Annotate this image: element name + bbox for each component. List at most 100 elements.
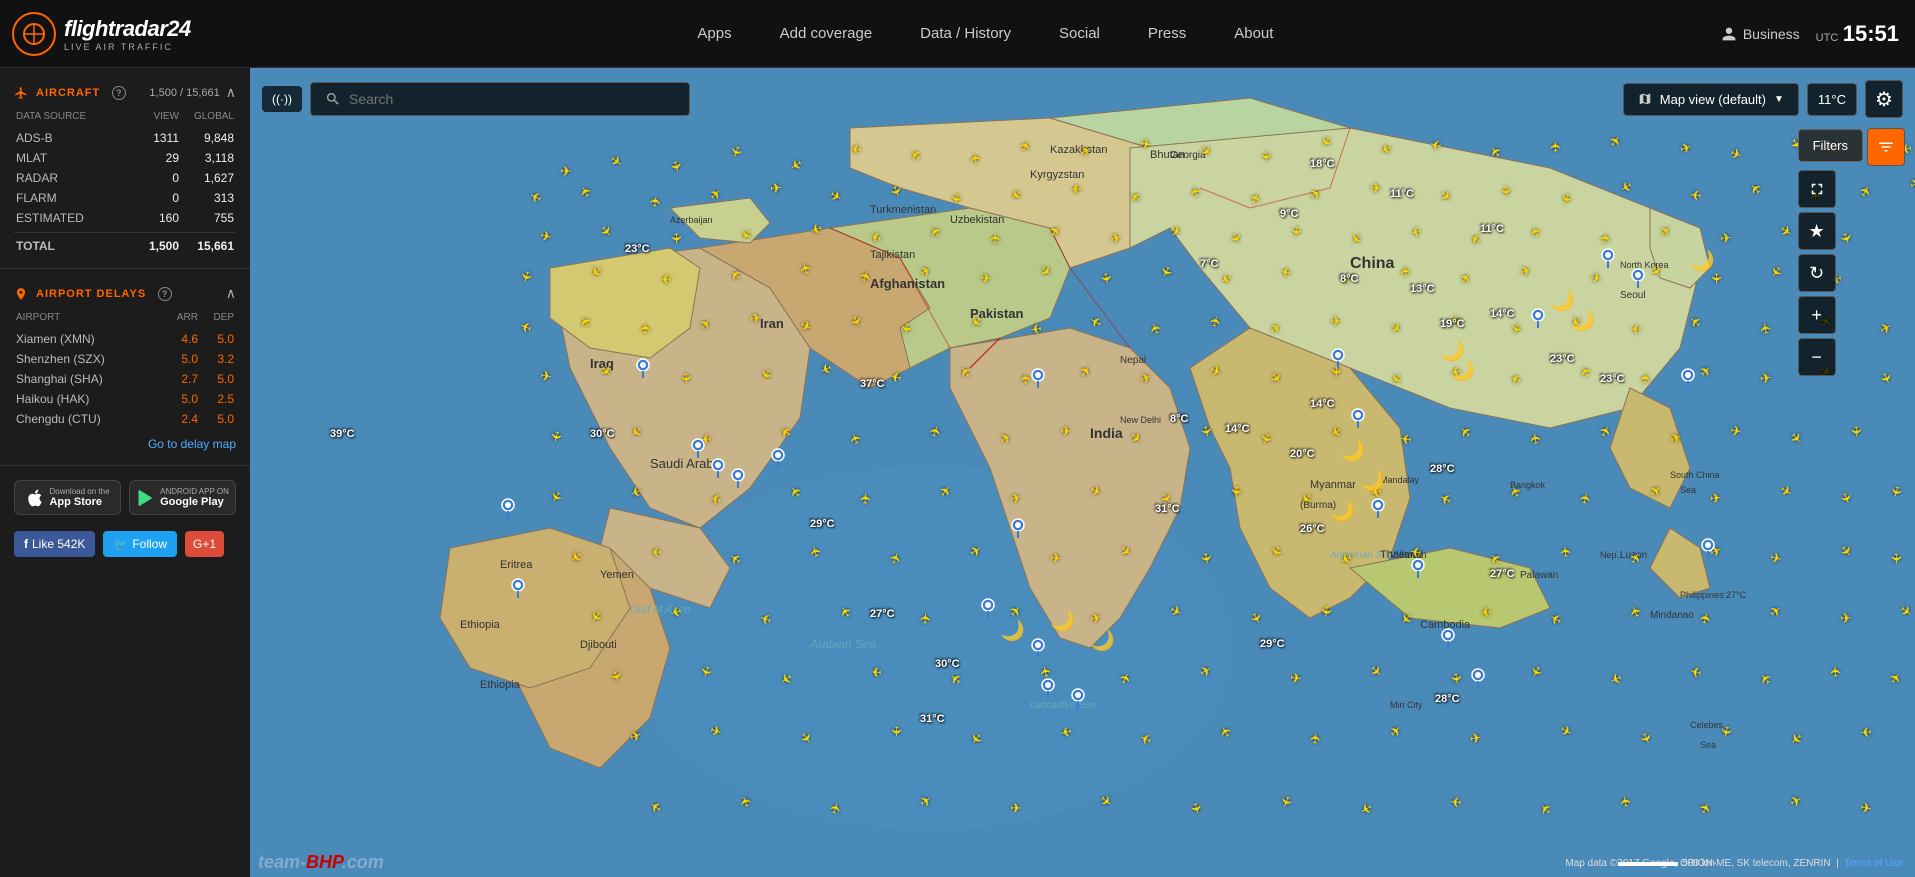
google-play-button[interactable]: ANDROID APP ON Google Play bbox=[129, 480, 236, 515]
airport-delays-section: AIRPORT DELAYS ? ∧ AIRPORT ARR DEP Xiame… bbox=[0, 269, 250, 466]
delay-map-link[interactable]: Go to delay map bbox=[0, 429, 250, 453]
terms-of-use-link[interactable]: Terms of Use bbox=[1844, 858, 1903, 869]
facebook-button[interactable]: f Like 542K bbox=[14, 531, 95, 557]
utc-clock: UTC 15:51 bbox=[1816, 21, 1899, 47]
filters-button[interactable]: Filters bbox=[1798, 129, 1863, 162]
nav-data-history[interactable]: Data / History bbox=[898, 17, 1033, 50]
airport-table: AIRPORT ARR DEP Xiamen (XMN) 4.6 5.0 She… bbox=[0, 312, 250, 429]
svg-text:Pakistan: Pakistan bbox=[970, 306, 1024, 321]
svg-text:Iraq: Iraq bbox=[590, 356, 614, 371]
map-scale: 500 km bbox=[1618, 858, 1715, 869]
map-right-controls: Filters ★ ↻ + − bbox=[1798, 128, 1905, 376]
svg-text:Miri City: Miri City bbox=[1390, 700, 1423, 710]
map-top-bar: ((·)) Map view (default) ▼ 11°C ⚙ bbox=[250, 80, 1915, 118]
fb-label: Like 542K bbox=[32, 537, 85, 551]
logo-icon bbox=[12, 12, 56, 56]
filter-funnel-button[interactable] bbox=[1867, 128, 1905, 166]
tw-label: Follow bbox=[132, 537, 167, 551]
svg-text:South China: South China bbox=[1670, 470, 1720, 480]
google-play-text: ANDROID APP ON Google Play bbox=[160, 487, 229, 508]
temperature-badge: 11°C bbox=[1807, 83, 1857, 116]
svg-text:Bangkok: Bangkok bbox=[1510, 480, 1546, 490]
svg-text:New Delhi: New Delhi bbox=[1120, 415, 1161, 425]
map-view-button[interactable]: Map view (default) ▼ bbox=[1623, 83, 1799, 116]
table-row: ADS-B 1311 9,848 bbox=[14, 128, 236, 148]
social-buttons: f Like 542K 🐦 Follow G+1 bbox=[0, 523, 250, 565]
svg-text:Sea: Sea bbox=[1680, 485, 1696, 495]
svg-text:Gulf of Aden: Gulf of Aden bbox=[630, 604, 691, 616]
aircraft-section-header[interactable]: AIRCRAFT ? 1,500 / 15,661 ∧ bbox=[0, 80, 250, 111]
twitter-icon: 🐦 bbox=[113, 537, 128, 551]
navbar: flightradar24 LIVE AIR TRAFFIC Apps Add … bbox=[0, 0, 1915, 68]
svg-text:Vietnam: Vietnam bbox=[1390, 550, 1427, 561]
svg-text:Kazakhstan: Kazakhstan bbox=[1050, 144, 1107, 156]
search-input[interactable] bbox=[349, 91, 675, 107]
search-bar[interactable] bbox=[310, 82, 690, 116]
svg-text:Myanmar: Myanmar bbox=[1310, 479, 1356, 491]
nav-about[interactable]: About bbox=[1212, 17, 1295, 50]
svg-text:Sea: Sea bbox=[1700, 740, 1716, 750]
nav-press[interactable]: Press bbox=[1126, 17, 1208, 50]
zoom-in-button[interactable]: + bbox=[1798, 296, 1836, 334]
refresh-button[interactable]: ↻ bbox=[1798, 254, 1836, 292]
list-item: Haikou (HAK) 5.0 2.5 bbox=[14, 389, 236, 409]
svg-text:Celebes: Celebes bbox=[1690, 720, 1724, 730]
delays-help-icon[interactable]: ? bbox=[158, 287, 172, 301]
svg-text:Ethiopia: Ethiopia bbox=[480, 679, 521, 691]
nav-social[interactable]: Social bbox=[1037, 17, 1122, 50]
aircraft-count: 1,500 / 15,661 bbox=[149, 87, 219, 99]
table-row: FLARM 0 313 bbox=[14, 188, 236, 208]
search-icon bbox=[325, 91, 341, 107]
map-svg: Gulf of Aden Arabian Sea Andaman Sea Lac… bbox=[250, 68, 1915, 877]
svg-text:Nepal: Nepal bbox=[1120, 355, 1146, 366]
svg-text:Djibouti: Djibouti bbox=[580, 639, 617, 651]
business-button[interactable]: Business bbox=[1721, 26, 1800, 42]
aircraft-help-icon[interactable]: ? bbox=[112, 86, 126, 100]
zoom-out-button[interactable]: − bbox=[1798, 338, 1836, 376]
logo-tagline: LIVE AIR TRAFFIC bbox=[64, 42, 191, 52]
svg-text:Uzbekistan: Uzbekistan bbox=[950, 214, 1004, 226]
fullscreen-button[interactable] bbox=[1798, 170, 1836, 208]
app-download-buttons: Download on the App Store ANDROID APP ON… bbox=[0, 466, 250, 523]
fb-icon: f bbox=[24, 537, 28, 551]
utc-label: UTC bbox=[1816, 32, 1839, 44]
svg-text:Arabian Sea: Arabian Sea bbox=[809, 637, 876, 651]
list-item: Chengdu (CTU) 2.4 5.0 bbox=[14, 409, 236, 429]
delays-collapse-icon[interactable]: ∧ bbox=[226, 285, 236, 302]
app-store-button[interactable]: Download on the App Store bbox=[14, 480, 121, 515]
svg-text:Mindanao: Mindanao bbox=[1650, 610, 1694, 621]
svg-text:Afghanistan: Afghanistan bbox=[870, 276, 945, 291]
aircraft-table-header: DATA SOURCE VIEW GLOBAL bbox=[14, 111, 236, 122]
svg-text:Saudi Arabia: Saudi Arabia bbox=[650, 456, 724, 471]
business-label: Business bbox=[1743, 26, 1800, 42]
airport-table-header: AIRPORT ARR DEP bbox=[14, 312, 236, 323]
map-attribution: Map data ©2017 Google, ORION-ME, SK tele… bbox=[1565, 858, 1903, 869]
aircraft-collapse-icon[interactable]: ∧ bbox=[226, 84, 236, 101]
google-plus-button[interactable]: G+1 bbox=[185, 531, 224, 557]
table-row: RADAR 0 1,627 bbox=[14, 168, 236, 188]
nav-add-coverage[interactable]: Add coverage bbox=[758, 17, 895, 50]
svg-text:Turkmenistan: Turkmenistan bbox=[870, 204, 936, 216]
logo-text: flightradar24 LIVE AIR TRAFFIC bbox=[64, 16, 191, 52]
table-row: MLAT 29 3,118 bbox=[14, 148, 236, 168]
svg-text:Eritrea: Eritrea bbox=[500, 559, 533, 571]
svg-text:Cambodia: Cambodia bbox=[1420, 619, 1471, 631]
star-button[interactable]: ★ bbox=[1798, 212, 1836, 250]
twitter-button[interactable]: 🐦 Follow bbox=[103, 531, 177, 557]
signal-icon: ((·)) bbox=[272, 92, 292, 106]
svg-text:Luzon: Luzon bbox=[1620, 550, 1647, 561]
nav-apps[interactable]: Apps bbox=[675, 17, 753, 50]
nav-links: Apps Add coverage Data / History Social … bbox=[250, 17, 1721, 50]
svg-text:India: India bbox=[1090, 425, 1123, 441]
sidebar: AIRCRAFT ? 1,500 / 15,661 ∧ DATA SOURCE … bbox=[0, 68, 250, 877]
table-row: ESTIMATED 160 755 bbox=[14, 208, 236, 228]
map-area[interactable]: Gulf of Aden Arabian Sea Andaman Sea Lac… bbox=[250, 68, 1915, 877]
aircraft-section: AIRCRAFT ? 1,500 / 15,661 ∧ DATA SOURCE … bbox=[0, 68, 250, 269]
svg-text:Azerbaijan: Azerbaijan bbox=[670, 215, 713, 225]
airport-delays-header[interactable]: AIRPORT DELAYS ? ∧ bbox=[0, 281, 250, 312]
aircraft-data-table: DATA SOURCE VIEW GLOBAL ADS-B 1311 9,848… bbox=[0, 111, 250, 256]
logo[interactable]: flightradar24 LIVE AIR TRAFFIC bbox=[0, 12, 250, 56]
svg-text:Bhutan: Bhutan bbox=[1150, 149, 1185, 161]
svg-text:Iran: Iran bbox=[760, 316, 784, 331]
settings-button[interactable]: ⚙ bbox=[1865, 80, 1903, 118]
